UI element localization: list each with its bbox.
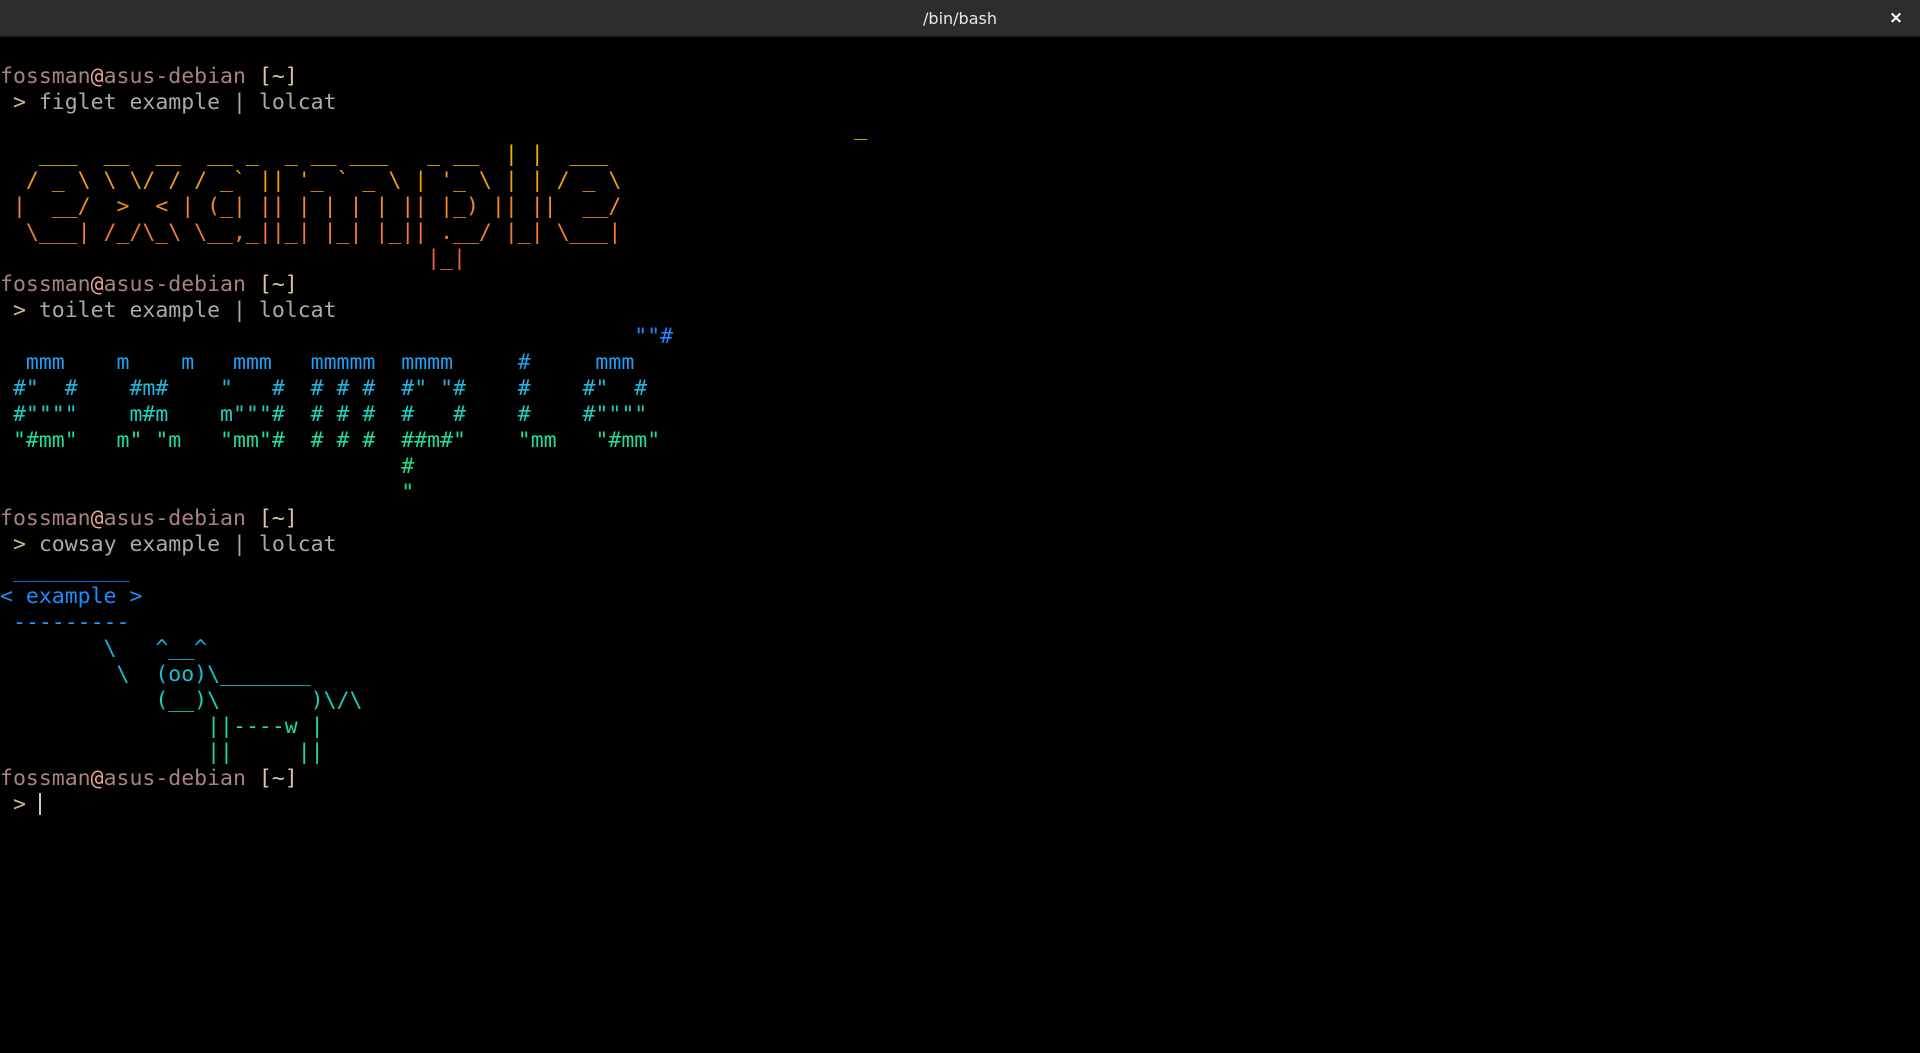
output-line: / _ \ \ \/ / / _` || '_ ` _ \ | '_ \ | |… [0, 168, 622, 193]
cowsay-output: _________ < example > --------- \ ^__^ \ … [0, 558, 1920, 766]
command-text: toilet example | lolcat [38, 298, 337, 323]
prompt-cwd: [~] [245, 766, 298, 791]
prompt-at: @ [90, 272, 104, 297]
output-line: --------- [0, 610, 130, 635]
output-line: | __/ > < | (_| || | | | | || |_) || || … [0, 194, 622, 219]
prompt-arrow: > [0, 90, 39, 115]
figlet-output: _ ___ __ __ __ _ _ __ ___ _ __ | | ___ /… [0, 116, 1920, 272]
text-cursor [38, 793, 41, 815]
terminal-window: /bin/bash × fossman@asus-debian [~] > fi… [0, 0, 1920, 1053]
prompt-host: asus-debian [103, 272, 246, 297]
prompt-line: fossman@asus-debian [~] [0, 766, 1920, 792]
prompt-user: fossman [0, 64, 91, 89]
output-line: #"""" m#m m"""# # # # # # # #"""" [0, 402, 648, 427]
output-line: ""# [0, 324, 674, 349]
prompt-at: @ [90, 506, 104, 531]
output-line: _________ [0, 558, 130, 583]
prompt-arrow: > [0, 792, 39, 817]
prompt-user: fossman [0, 272, 91, 297]
prompt-user: fossman [0, 766, 91, 791]
output-line: ||----w | [0, 714, 324, 739]
prompt-user: fossman [0, 506, 91, 531]
prompt-cwd: [~] [245, 272, 298, 297]
prompt-line: fossman@asus-debian [~] [0, 64, 1920, 90]
prompt-host: asus-debian [103, 506, 246, 531]
prompt-cwd: [~] [245, 506, 298, 531]
prompt-at: @ [90, 64, 104, 89]
output-line: || || [0, 740, 324, 765]
prompt-line: fossman@asus-debian [~] [0, 272, 1920, 298]
output-line: #" # #m# " # # # # #" "# # #" # [0, 376, 648, 401]
output-line: mmm m m mmm mmmmm mmmm # mmm [0, 350, 635, 375]
output-line: \ (oo)\_______ [0, 662, 311, 687]
command-line: > figlet example | lolcat [0, 90, 1920, 116]
command-line: > cowsay example | lolcat [0, 532, 1920, 558]
close-icon[interactable]: × [1884, 6, 1908, 30]
output-line: ___ __ __ __ _ _ __ ___ _ __ | | ___ [0, 142, 622, 167]
output-line: "#mm" m" "m "mm"# # # # ##m#" "mm "#mm" [0, 428, 661, 453]
output-line: \ ^__^ [0, 636, 208, 661]
command-text: cowsay example | lolcat [38, 532, 337, 557]
prompt-arrow: > [0, 532, 39, 557]
window-title: /bin/bash [923, 8, 997, 28]
prompt-line: fossman@asus-debian [~] [0, 506, 1920, 532]
prompt-cwd: [~] [245, 64, 298, 89]
input-line[interactable]: > [0, 792, 1920, 818]
output-line: _ [0, 116, 945, 141]
prompt-at: @ [90, 766, 104, 791]
prompt-arrow: > [0, 298, 39, 323]
command-line: > toilet example | lolcat [0, 298, 1920, 324]
terminal-output[interactable]: fossman@asus-debian [~] > figlet example… [0, 64, 1920, 1049]
output-line: (__)\ )\/\ [0, 688, 363, 713]
output-line: |_| [0, 246, 648, 271]
output-line: " [0, 480, 415, 505]
toilet-output: ""# mmm m m mmm mmmmm mmmm # mmm #" # #m… [0, 324, 1920, 506]
output-line: < example > [0, 584, 143, 609]
prompt-host: asus-debian [103, 64, 246, 89]
title-bar: /bin/bash × [0, 0, 1920, 37]
prompt-host: asus-debian [103, 766, 246, 791]
output-line: \___| /_/\_\ \__,_||_| |_| |_|| .__/ |_|… [0, 220, 622, 245]
command-text: figlet example | lolcat [38, 90, 337, 115]
output-line: # [0, 454, 415, 479]
